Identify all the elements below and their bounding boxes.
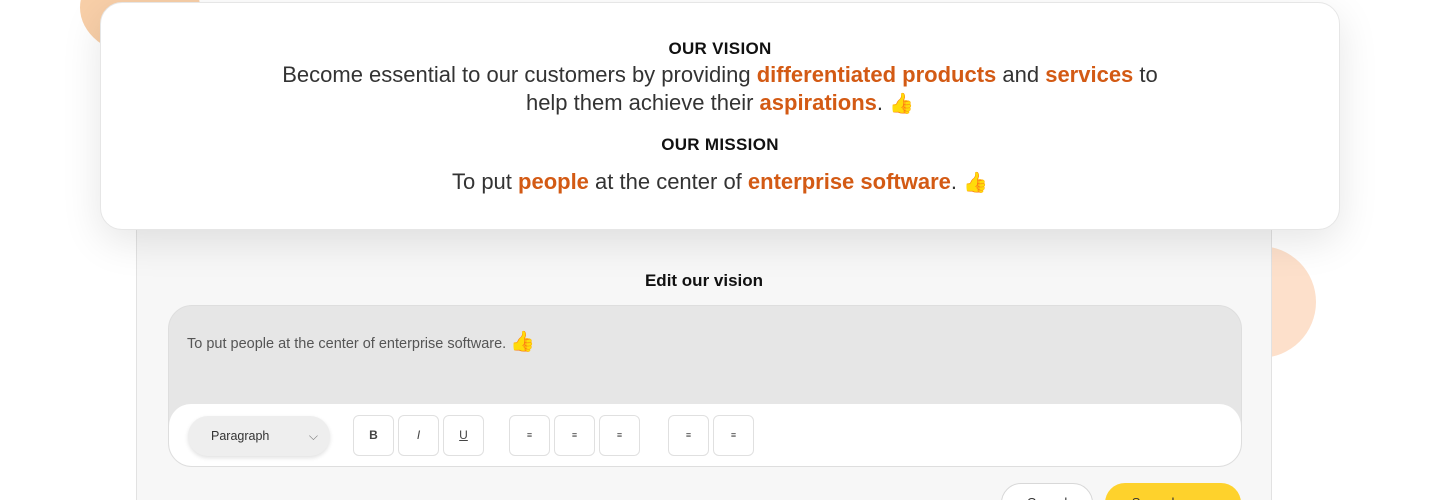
numbered-list-button[interactable]: ≡ [713, 415, 754, 456]
edit-vision-title: Edit our vision [644, 271, 764, 290]
paragraph-select[interactable]: Paragraph ⌵ [188, 416, 330, 456]
align-center-button[interactable]: ≡ [554, 415, 595, 456]
mission-statement: To put people at the center of enterpris… [261, 168, 1179, 197]
mission-heading: OUR MISSION [661, 135, 779, 154]
vision-statement: Become essential to our customers by pro… [261, 61, 1179, 118]
mission-text-segment: at the center of [588, 169, 748, 194]
rich-text-editor[interactable]: To put people at the center of enterpris… [168, 305, 1242, 467]
save-changes-button[interactable]: Save changes [1105, 483, 1241, 500]
mission-text-segment: To put [451, 169, 519, 194]
align-right-button[interactable]: ≡ [599, 415, 640, 456]
editor-content-text: To put people at the center of enterpris… [187, 336, 507, 352]
vision-text-segment: and [996, 62, 1046, 87]
vision-highlight: differentiated products [756, 62, 997, 87]
vision-highlight: services [1045, 62, 1134, 87]
mission-highlight: enterprise software [747, 169, 951, 194]
mission-text-segment: . [950, 169, 964, 194]
vision-mission-card: OUR VISION Become essential to our custo… [100, 2, 1340, 230]
thumbs-up-icon: 👍 [963, 172, 989, 194]
mission-highlight: people [518, 169, 589, 194]
thumbs-up-icon: 👍 [510, 331, 536, 353]
paragraph-select-label: Paragraph [211, 429, 270, 443]
bold-button[interactable]: B [353, 415, 394, 456]
cancel-button[interactable]: Cancel [1001, 483, 1093, 500]
chevron-down-icon: ⌵ [308, 429, 318, 443]
vision-text-segment: . [876, 90, 890, 115]
italic-button[interactable]: I [398, 415, 439, 456]
bullet-list-button[interactable]: ≡ [668, 415, 709, 456]
editor-toolbar: Paragraph ⌵ B I U ≡ ≡ ≡ ≡ ≡ [169, 404, 1241, 466]
underline-button[interactable]: U [443, 415, 484, 456]
vision-highlight: aspirations [759, 90, 877, 115]
editor-content[interactable]: To put people at the center of enterpris… [187, 329, 535, 354]
vision-text-segment: Become essential to our customers by pro… [282, 62, 757, 87]
vision-heading: OUR VISION [668, 39, 772, 58]
thumbs-up-icon: 👍 [889, 93, 915, 115]
align-left-button[interactable]: ≡ [509, 415, 550, 456]
